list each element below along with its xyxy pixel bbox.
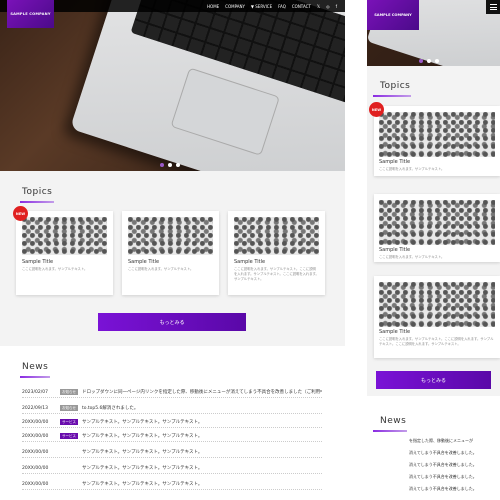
news-tag [60, 449, 78, 455]
topic-card-image [379, 112, 495, 157]
topic-card-desc: ここに説明を入れます。サンプルテキスト。 [379, 167, 445, 171]
mobile-topics-title: Topics [380, 81, 411, 91]
topic-card-title: Sample Title [379, 247, 411, 253]
topic-card-desc: ここに説明を入れます。サンプルテキスト。ここに説明を入れます。サンプルテキスト。… [379, 337, 494, 346]
topic-card[interactable]: Sample Title ここに説明を入れます。サンプルテキスト。 [16, 211, 113, 295]
slider-dot[interactable] [168, 163, 172, 167]
topic-card[interactable]: Sample Title ここに説明を入れます。サンプルテキスト。 [122, 211, 219, 295]
topic-card-image [379, 282, 495, 327]
more-button[interactable]: もっとみる [98, 313, 246, 331]
news-row[interactable]: 20XX/00/00 サンプルテキスト。サンプルテキスト。サンプルテキスト。 [22, 479, 322, 490]
news-row[interactable]: 20XX/00/00 サンプルテキスト。サンプルテキスト。サンプルテキスト。 [22, 447, 322, 458]
news-row[interactable]: 20XX/00/00 サンプルテキスト。サンプルテキスト。サンプルテキスト。 [22, 463, 322, 474]
desktop-preview: HOME COMPANY ▼ SERVICE FAQ CONTACT 𝕏 ◎ f… [0, 0, 345, 500]
news-text: to.top5.6解消されました。 [82, 406, 139, 411]
news-underline [20, 376, 50, 378]
news-date: 20XX/00/00 [22, 419, 49, 425]
topics-section: Topics Sample Title ここに説明を入れます。サンプルテキスト。… [0, 171, 345, 346]
news-tag: お知らせ [60, 405, 78, 411]
mobile-more-button[interactable]: もっとみる [376, 371, 491, 389]
topic-card-image [22, 217, 107, 255]
news-date: 20XX/00/00 [22, 449, 49, 455]
news-tag: サービス [60, 433, 78, 439]
topic-card-title: Sample Title [379, 329, 411, 335]
topic-card-desc: ここに説明を入れます。サンプルテキスト。 [22, 267, 88, 271]
topics-underline [20, 201, 54, 203]
mobile-news-line: 消えてしまう不具合を改善しました。 [409, 474, 477, 479]
facebook-icon[interactable]: f [336, 4, 337, 9]
topic-card-title: Sample Title [379, 159, 411, 165]
topic-card-desc: ここに説明を入れます。サンプルテキスト。 [128, 267, 194, 271]
mobile-news-line: を指定した際、移動後にメニューが [409, 438, 473, 443]
topic-card[interactable]: Sample Title ここに説明を入れます。サンプルテキスト。ここに説明を入… [228, 211, 325, 295]
topics-title: Topics [22, 187, 53, 197]
new-badge: NEW [13, 206, 28, 221]
topic-card-image [379, 200, 495, 245]
news-text: サンプルテキスト。サンプルテキスト。サンプルテキスト。 [82, 450, 203, 455]
topic-card-image [128, 217, 213, 255]
slider-dot[interactable] [176, 163, 180, 167]
slider-dot[interactable] [160, 163, 164, 167]
hero-slider: HOME COMPANY ▼ SERVICE FAQ CONTACT 𝕏 ◎ f… [0, 0, 345, 171]
topic-card-title: Sample Title [128, 259, 160, 265]
mobile-slider-dots [419, 59, 439, 63]
news-row[interactable]: 20XX/00/00 サービス サンプルテキスト。サンプルテキスト。サンプルテキスト… [22, 417, 322, 428]
mobile-news-line: 消えてしまう不具合を改善しました。 [409, 450, 477, 455]
news-date: 20XX/00/00 [22, 465, 49, 471]
nav-home[interactable]: HOME [207, 4, 219, 9]
instagram-icon[interactable]: ◎ [326, 4, 330, 9]
logo[interactable]: SAMPLE COMPANY [7, 0, 54, 28]
twitter-icon[interactable]: 𝕏 [317, 4, 320, 9]
mobile-news-line: 消えてしまう不具合を改善しました。 [409, 486, 477, 491]
news-date: 2023/02/07 [22, 389, 48, 395]
mobile-news-line: 消えてしまう不具合を改善しました。 [409, 462, 477, 467]
mobile-hero: SAMPLE COMPANY [367, 0, 500, 66]
news-text: サンプルテキスト。サンプルテキスト。サンプルテキスト。 [82, 434, 203, 439]
mobile-news-section: News を指定した際、移動後にメニューが 消えてしまう不具合を改善しました。 … [367, 396, 500, 500]
news-text: サンプルテキスト。サンプルテキスト。サンプルテキスト。 [82, 466, 203, 471]
new-badge: NEW [369, 102, 384, 117]
nav-menu: HOME COMPANY ▼ SERVICE FAQ CONTACT 𝕏 ◎ f [207, 0, 337, 12]
news-row[interactable]: 2023/02/07 お知らせ ドロップダウンに同一ページ内リンクを指定した際、移動… [22, 387, 322, 398]
mobile-topic-card[interactable]: Sample Title ここに説明を入れます。サンプルテキスト。 [374, 194, 500, 262]
slider-dot[interactable] [427, 59, 431, 63]
mobile-logo[interactable]: SAMPLE COMPANY [367, 0, 419, 30]
mobile-news-underline [373, 430, 407, 432]
mobile-topic-card[interactable]: Sample Title ここに説明を入れます。サンプルテキスト。 [374, 106, 500, 176]
news-tag [60, 481, 78, 487]
news-section: News 2023/02/07 お知らせ ドロップダウンに同一ページ内リンクを指定し… [0, 346, 345, 500]
news-row[interactable]: 20XX/00/00 サービス サンプルテキスト。サンプルテキスト。サンプルテキスト… [22, 431, 322, 442]
mobile-topics-underline [373, 95, 411, 97]
mobile-news-title: News [380, 416, 407, 426]
slider-dots [160, 163, 180, 167]
nav-contact[interactable]: CONTACT [292, 4, 311, 9]
news-tag [60, 465, 78, 471]
news-date: 20XX/00/00 [22, 481, 49, 487]
laptop-trackpad [170, 67, 280, 156]
news-text: ドロップダウンに同一ページ内リンクを指定した際、移動後にメニューが消えてしまう不… [82, 390, 322, 395]
news-tag: お知らせ [60, 389, 78, 395]
news-date: 20XX/00/00 [22, 433, 49, 439]
topic-card-title: Sample Title [234, 259, 266, 265]
news-row[interactable]: 2022/09/13 お知らせ to.top5.6解消されました。 [22, 403, 322, 414]
topic-card-title: Sample Title [22, 259, 54, 265]
hero-laptop-image [69, 0, 345, 171]
mobile-preview: SAMPLE COMPANY Topics Sample Title ここに説明… [367, 0, 500, 500]
news-text: サンプルテキスト。サンプルテキスト。サンプルテキスト。 [82, 482, 203, 487]
mobile-topic-card[interactable]: Sample Title ここに説明を入れます。サンプルテキスト。ここに説明を入… [374, 276, 500, 358]
news-tag: サービス [60, 419, 78, 425]
news-date: 2022/09/13 [22, 405, 48, 411]
slider-dot[interactable] [435, 59, 439, 63]
nav-faq[interactable]: FAQ [278, 4, 286, 9]
hamburger-menu-icon[interactable] [486, 0, 500, 14]
nav-company[interactable]: COMPANY [225, 4, 245, 9]
topic-card-image [234, 217, 319, 255]
topic-card-desc: ここに説明を入れます。サンプルテキスト。 [379, 255, 445, 259]
slider-dot[interactable] [419, 59, 423, 63]
news-text: サンプルテキスト。サンプルテキスト。サンプルテキスト。 [82, 420, 203, 425]
nav-service[interactable]: ▼ SERVICE [251, 4, 272, 9]
news-title: News [22, 362, 49, 372]
mobile-topics-section: Topics Sample Title ここに説明を入れます。サンプルテキスト。… [367, 66, 500, 396]
topic-card-desc: ここに説明を入れます。サンプルテキスト。ここに説明を入れます。サンプルテキスト。… [234, 267, 319, 281]
